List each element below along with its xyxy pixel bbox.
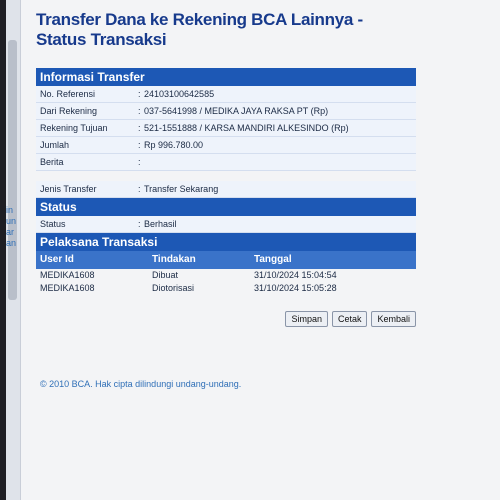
status-section: Status Status : Berhasil bbox=[36, 198, 416, 233]
left-nav-fragment: in un ar an bbox=[6, 205, 16, 249]
pelaksana-table-header: User Id Tindakan Tanggal bbox=[36, 251, 416, 269]
cell-user: MEDIKA1608 bbox=[40, 283, 95, 293]
status-header: Status bbox=[36, 198, 416, 216]
info-value: Rp 996.780.00 bbox=[144, 140, 204, 150]
info-transfer-header: Informasi Transfer bbox=[36, 68, 416, 86]
scrollbar[interactable] bbox=[8, 40, 17, 300]
info-row-destination-account: Rekening Tujuan : 521-1551888 / KARSA MA… bbox=[36, 120, 416, 137]
info-label: Jenis Transfer bbox=[40, 184, 97, 194]
info-value: Transfer Sekarang bbox=[144, 184, 219, 194]
left-nav-text-1[interactable]: in bbox=[6, 205, 16, 216]
cell-action: Diotorisasi bbox=[152, 283, 195, 293]
status-row: Status : Berhasil bbox=[36, 216, 416, 233]
info-row-amount: Jumlah : Rp 996.780.00 bbox=[36, 137, 416, 154]
column-action: Tindakan bbox=[152, 254, 196, 265]
table-row: MEDIKA1608 Diotorisasi 31/10/2024 15:05:… bbox=[36, 282, 416, 295]
left-nav-text-3[interactable]: ar bbox=[6, 227, 16, 238]
info-value bbox=[144, 154, 416, 170]
info-value: 037-5641998 / MEDIKA JAYA RAKSA PT (Rp) bbox=[144, 106, 329, 116]
left-nav-text-2[interactable]: un bbox=[6, 216, 16, 227]
status-label: Status bbox=[40, 219, 66, 229]
pelaksana-section: Pelaksana Transaksi User Id Tindakan Tan… bbox=[36, 233, 416, 295]
info-label: Rekening Tujuan bbox=[40, 123, 108, 133]
cell-action: Dibuat bbox=[152, 270, 179, 280]
stage: in un ar an Transfer Dana ke Rekening BC… bbox=[0, 0, 500, 500]
status-value: Berhasil bbox=[144, 219, 177, 229]
back-button[interactable]: Kembali bbox=[371, 311, 416, 327]
left-frame bbox=[6, 0, 21, 500]
info-label: Berita bbox=[40, 157, 64, 167]
save-button[interactable]: Simpan bbox=[285, 311, 328, 327]
info-label: Jumlah bbox=[40, 140, 70, 150]
column-date: Tanggal bbox=[254, 254, 292, 265]
browser-screen: in un ar an Transfer Dana ke Rekening BC… bbox=[6, 0, 500, 500]
page-title: Transfer Dana ke Rekening BCA Lainnya - … bbox=[36, 10, 363, 49]
action-buttons: Simpan Cetak Kembali bbox=[36, 311, 416, 327]
info-value: 521-1551888 / KARSA MANDIRI ALKESINDO (R… bbox=[144, 123, 349, 133]
info-row-source-account: Dari Rekening : 037-5641998 / MEDIKA JAY… bbox=[36, 103, 416, 120]
pelaksana-header: Pelaksana Transaksi bbox=[36, 233, 416, 251]
info-row-reference: No. Referensi : 24103100642585 bbox=[36, 86, 416, 103]
info-row-transfer-type: Jenis Transfer : Transfer Sekarang bbox=[36, 181, 416, 198]
column-user-id: User Id bbox=[40, 254, 74, 265]
info-row-message: Berita : bbox=[36, 154, 416, 171]
main-content: Transfer Dana ke Rekening BCA Lainnya - … bbox=[36, 6, 416, 389]
info-label: Dari Rekening bbox=[40, 106, 98, 116]
table-row: MEDIKA1608 Dibuat 31/10/2024 15:04:54 bbox=[36, 269, 416, 282]
print-button[interactable]: Cetak bbox=[331, 311, 368, 327]
left-nav-text-4[interactable]: an bbox=[6, 238, 16, 249]
info-value: 24103100642585 bbox=[144, 89, 215, 99]
cell-date: 31/10/2024 15:04:54 bbox=[254, 270, 337, 280]
info-label: No. Referensi bbox=[40, 89, 96, 99]
info-transfer-section: Informasi Transfer No. Referensi : 24103… bbox=[36, 68, 416, 198]
cell-user: MEDIKA1608 bbox=[40, 270, 95, 280]
cell-date: 31/10/2024 15:05:28 bbox=[254, 283, 337, 293]
copyright-footer: © 2010 BCA. Hak cipta dilindungi undang-… bbox=[40, 379, 242, 389]
